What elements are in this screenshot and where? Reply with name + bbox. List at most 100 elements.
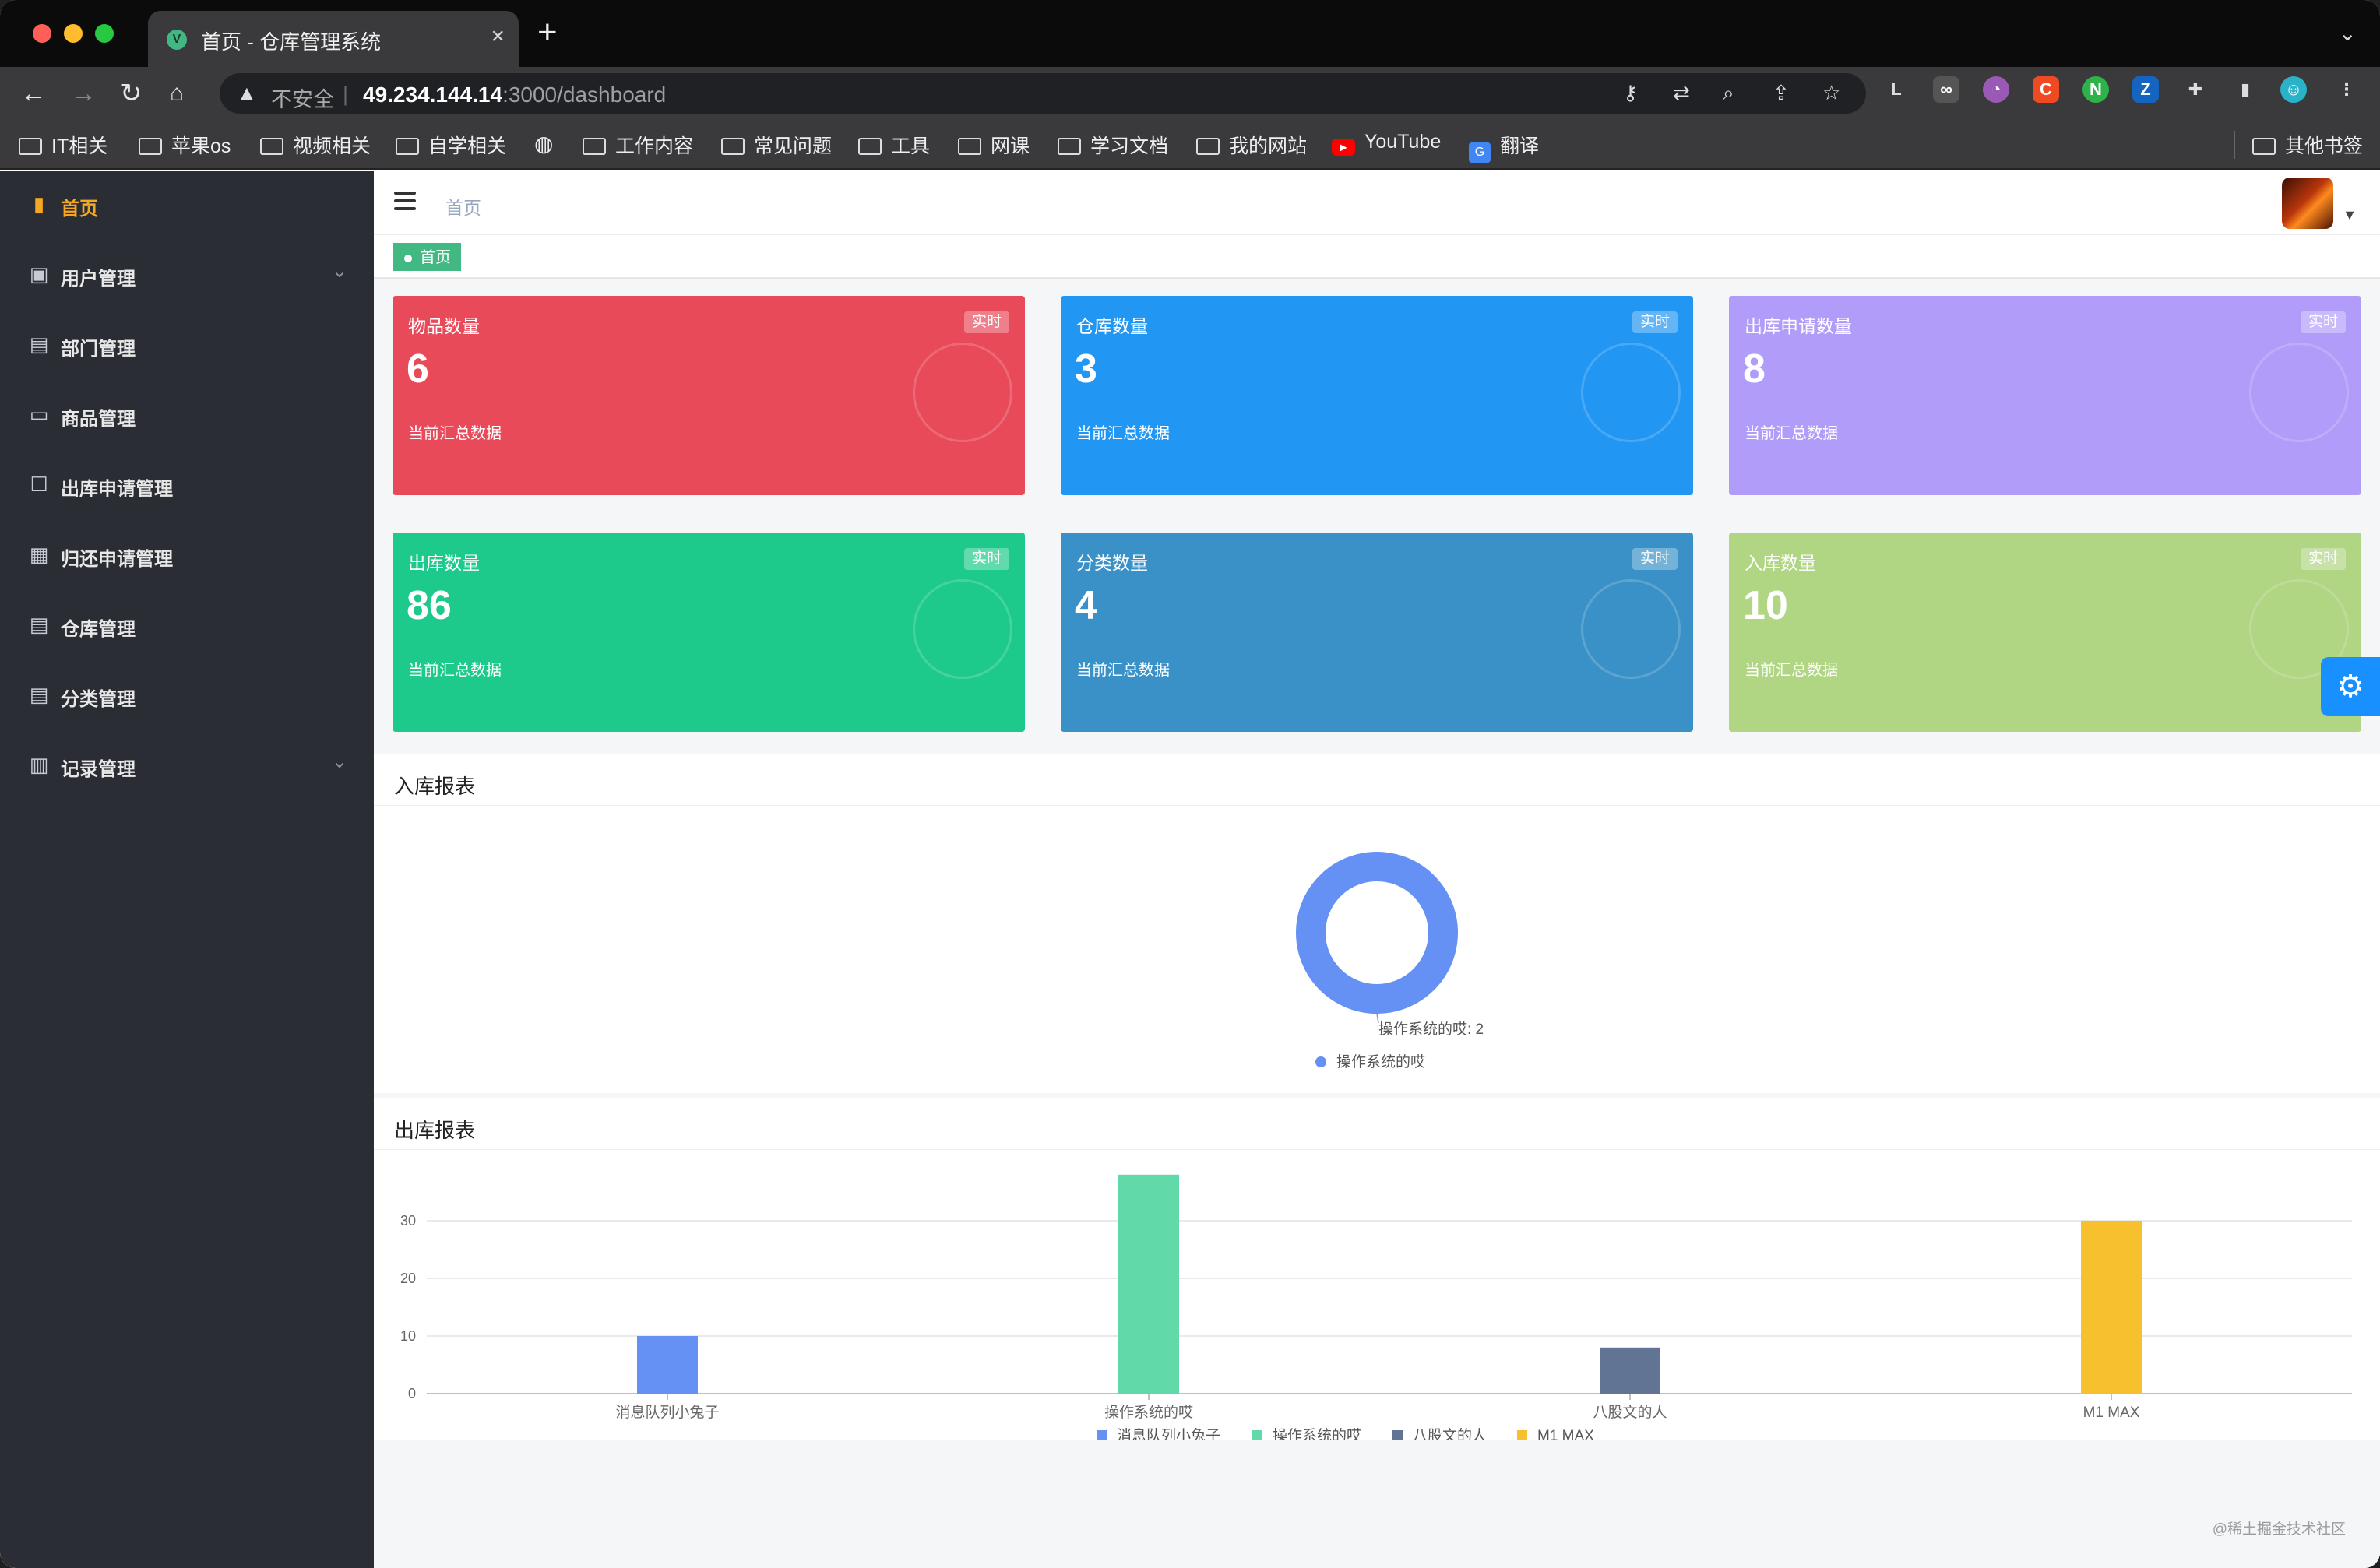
sidebar-item-outbound-requests[interactable]: ☐ 出库申请管理 [0,452,374,520]
sidebar-item-records[interactable]: ▥ 记录管理 ⌄ [0,732,374,800]
sidebar-item-warehouses[interactable]: ▤ 仓库管理 [0,592,374,660]
card-title: 出库申请数量 [1745,316,1852,336]
minimize-window-dot[interactable] [64,24,83,43]
sidebar-item-label: 记录管理 [61,759,136,780]
browser-tab[interactable]: V 首页 - 仓库管理系统 × [148,11,519,67]
card-title: 入库数量 [1745,553,1816,573]
bar-legend-marker [1097,1430,1107,1440]
card-footer: 当前汇总数据 [408,662,502,679]
profile-avatar-icon[interactable]: ☺ [2280,76,2307,103]
bookmark-folder[interactable]: 工作内容 [583,131,693,159]
chevron-down-icon: ⌄ [331,751,347,772]
realtime-badge: 实时 [2300,548,2346,570]
inbound-report-panel: 入库报表 操作系统的哎: 2 操作系统的哎 [374,754,2380,1093]
main-area: 首页 ▼ 首页 物品数量 实时 6 当前汇总数据 仓库数量 实时 3 当前汇总数… [374,171,2380,1568]
folder-icon [1058,138,1081,155]
forward-icon[interactable]: → [70,78,97,109]
chevron-down-icon: ⌄ [331,261,347,282]
bookmark-folder[interactable]: 自学相关 [396,131,506,159]
bookmark-folder[interactable]: 工具 [858,131,930,159]
sidebar-item-label: 归还申请管理 [61,549,173,570]
avatar[interactable] [2282,178,2333,229]
bookmark-youtube[interactable]: ▶ YouTube [1332,131,1441,156]
stat-card-categories: 分类数量 实时 4 当前汇总数据 [1061,533,1693,732]
extension-l-icon[interactable]: L [1883,76,1910,103]
folder-icon [396,138,419,155]
maximize-window-dot[interactable] [95,24,114,43]
extension-c-icon[interactable]: C [2033,76,2059,103]
home-icon[interactable]: ⌂ [170,78,184,109]
document-icon: ▤ [29,683,49,706]
bookmark-folder[interactable]: 视频相关 [260,131,371,159]
card-title: 仓库数量 [1076,316,1148,336]
y-tick-label: 20 [400,1271,416,1286]
pie-data-label: 操作系统的哎: 2 [1378,1021,1484,1038]
caret-down-icon[interactable]: ▼ [2343,207,2357,223]
bookmark-folder[interactable]: 常见问题 [721,131,832,159]
folder-icon [260,138,283,155]
hamburger-icon[interactable] [394,192,416,210]
card-value: 86 [407,583,452,628]
globe-bookmark-icon[interactable]: ◍ [534,131,553,156]
inbound-pie-chart: 操作系统的哎: 2 操作系统的哎 [1296,852,1484,1071]
share-icon[interactable]: ⇪ [1773,81,1790,105]
bar-legend-marker [1517,1430,1527,1440]
new-tab-button[interactable]: + [537,16,558,50]
sidebar-item-departments[interactable]: ▤ 部门管理 [0,311,374,380]
sidebar-item-return-requests[interactable]: ▦ 归还申请管理 [0,522,374,590]
settings-gear-icon[interactable]: ⚙ [2321,657,2380,716]
x-tick-label: 操作系统的哎 [1104,1404,1193,1421]
extension-n-icon[interactable]: N [2082,76,2109,103]
zoom-icon[interactable]: ⌕ [1723,81,1734,106]
bookmark-folder[interactable]: 苹果os [139,131,231,159]
pie-legend-marker [1315,1056,1326,1067]
key-icon[interactable]: ⚷ [1623,81,1638,105]
address-bar[interactable]: ▲ 不安全 | 49.234.144.14:3000/dashboard ⚷ ⇄… [220,73,1866,114]
tag-home[interactable]: 首页 [393,243,461,271]
extension-z-icon[interactable]: Z [2132,76,2159,103]
card-value: 10 [1743,583,1788,628]
card-footer: 当前汇总数据 [408,425,502,442]
tab-close-icon[interactable]: × [491,23,505,50]
reload-icon[interactable]: ↻ [120,78,143,109]
realtime-badge: 实时 [963,311,1009,333]
stat-card-items: 物品数量 实时 6 当前汇总数据 [393,296,1025,495]
sidebar-item-users[interactable]: ▣ 用户管理 ⌄ [0,241,374,310]
folder-icon [2252,138,2276,155]
card-title: 出库数量 [408,553,480,573]
side-panel-icon[interactable]: ▮ [2232,76,2259,103]
sidebar-item-categories[interactable]: ▤ 分类管理 [0,662,374,730]
other-bookmarks[interactable]: 其他书签 [2234,131,2363,159]
extension-purple-icon[interactable]: ◔ [1983,76,2009,103]
bookmark-folder[interactable]: 我的网站 [1196,131,1307,159]
tab-strip: V 首页 - 仓库管理系统 × + ⌄ [0,0,2380,67]
folder-icon [858,138,882,155]
bookmark-folder[interactable]: IT相关 [19,131,107,159]
browser-toolbar: ← → ↻ ⌂ ▲ 不安全 | 49.234.144.14:3000/dashb… [0,67,2380,120]
bookmark-translate[interactable]: G 翻译 [1469,131,1539,163]
realtime-badge: 实时 [1632,311,1678,333]
translate-icon[interactable]: ⇄ [1673,81,1690,105]
bookmark-folder[interactable]: 网课 [958,131,1030,159]
save-icon: ▦ [29,543,49,566]
card-value: 3 [1075,346,1097,392]
checklist-icon: ☐ [30,473,48,496]
bookmark-folder[interactable]: 学习文档 [1058,131,1168,159]
warning-icon: ▲ [237,81,257,104]
box-icon: ▭ [29,403,49,426]
breadcrumb[interactable]: 首页 [445,193,481,220]
clipboard-icon: ▣ [29,262,49,286]
extension-glasses-icon[interactable]: ∞ [1933,76,1959,103]
tags-view: 首页 [374,235,2380,279]
extensions-puzzle-icon[interactable]: ✚ [2182,76,2209,103]
bookmark-star-icon[interactable]: ☆ [1822,81,1840,105]
back-icon[interactable]: ← [20,78,47,109]
close-window-dot[interactable] [33,24,51,43]
card-footer: 当前汇总数据 [1076,425,1170,442]
sidebar-item-products[interactable]: ▭ 商品管理 [0,381,374,450]
outbound-report-panel: 出库报表 0 10 20 30 消息队列小兔子 操作系统的哎 八股文的人 M1 MAX 消息队列… [374,1098,2380,1440]
sidebar-item-home[interactable]: ▮ 首页 [0,171,374,240]
tab-search-chevron-icon[interactable]: ⌄ [2339,20,2357,46]
browser-menu-icon[interactable]: ⋮ [2333,76,2360,103]
vue-favicon-icon: V [167,30,187,50]
